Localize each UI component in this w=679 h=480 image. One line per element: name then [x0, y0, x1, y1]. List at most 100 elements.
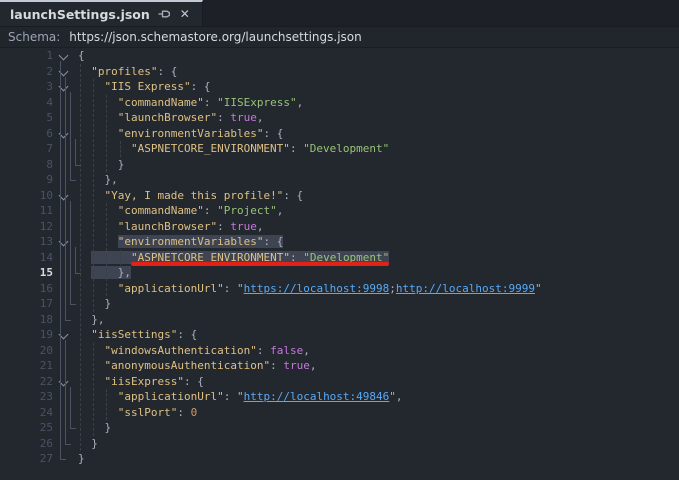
token-ws — [78, 80, 105, 93]
token-key: "anonymousAuthentication" — [104, 359, 271, 372]
token-key: "environmentVariables" — [117, 235, 264, 248]
code-line[interactable]: 3 "IIS Express": { — [0, 79, 679, 95]
token-punc: { — [78, 49, 85, 62]
url-link[interactable]: https://localhost:9998 — [244, 282, 390, 295]
code-text: "Yay, I made this profile!": { — [78, 188, 304, 204]
code-line[interactable]: 16 "applicationUrl": "https://localhost:… — [0, 281, 679, 297]
token-punc: : { — [263, 126, 284, 140]
code-line[interactable]: 23 "applicationUrl": "http://localhost:4… — [0, 389, 679, 405]
url-link[interactable]: http://localhost:49846 — [244, 390, 390, 403]
code-line[interactable]: 24 "sslPort": 0 — [0, 405, 679, 421]
code-line[interactable]: 11 "commandName": "Project", — [0, 203, 679, 219]
code-text: } — [78, 436, 98, 452]
token-key: "IIS Express" — [104, 80, 191, 93]
token-punc: " — [535, 281, 542, 295]
pin-icon[interactable] — [157, 7, 171, 21]
line-number[interactable]: 19 — [0, 327, 53, 343]
code-line[interactable]: 25 } — [0, 420, 679, 436]
line-number[interactable]: 12 — [0, 219, 53, 235]
code-line[interactable]: 15 }, — [0, 265, 679, 281]
code-line[interactable]: 14 "ASPNETCORE_ENVIRONMENT": "Developmen… — [0, 250, 679, 266]
line-number[interactable]: 3 — [0, 79, 53, 95]
close-icon[interactable]: ✕ — [178, 7, 192, 21]
line-number[interactable]: 27 — [0, 451, 53, 467]
line-number[interactable]: 23 — [0, 389, 53, 405]
token-str: "Project" — [217, 204, 277, 217]
schema-url-dropdown[interactable]: https://json.schemastore.org/launchsetti… — [69, 30, 361, 44]
code-text: "commandName": "Project", — [78, 203, 284, 219]
code-line[interactable]: 22 "iisExpress": { — [0, 374, 679, 390]
line-number[interactable]: 7 — [0, 141, 53, 157]
code-line[interactable]: 4 "commandName": "IISExpress", — [0, 95, 679, 111]
chevron-down-icon[interactable] — [58, 376, 69, 386]
line-number[interactable]: 25 — [0, 420, 53, 436]
line-number[interactable]: 15 — [0, 265, 53, 281]
token-punc: : — [217, 111, 231, 124]
code-line[interactable]: 2 "profiles": { — [0, 64, 679, 80]
code-line[interactable]: 17 } — [0, 296, 679, 312]
token-key: "commandName" — [117, 95, 204, 109]
code-line[interactable]: 1{ — [0, 48, 679, 64]
code-line[interactable]: 12 "launchBrowser": true, — [0, 219, 679, 235]
fold-gutter — [53, 79, 78, 95]
line-number[interactable]: 26 — [0, 436, 53, 452]
code-line[interactable]: 8 } — [0, 157, 679, 173]
code-line[interactable]: 18 }, — [0, 312, 679, 328]
fold-gutter — [53, 327, 78, 343]
token-punc: " — [236, 390, 244, 403]
code-text: { — [78, 48, 85, 64]
line-number[interactable]: 9 — [0, 172, 53, 188]
line-number[interactable]: 8 — [0, 157, 53, 173]
line-number[interactable]: 2 — [0, 64, 53, 80]
line-number[interactable]: 22 — [0, 374, 53, 390]
line-number[interactable]: 17 — [0, 296, 53, 312]
code-line[interactable]: 26 } — [0, 436, 679, 452]
code-lines: 1{2 "profiles": {3 "IIS Express": {4 "co… — [0, 48, 679, 467]
code-text: "applicationUrl": "http://localhost:4984… — [78, 389, 403, 405]
line-number[interactable]: 4 — [0, 95, 53, 111]
line-number[interactable]: 14 — [0, 250, 53, 266]
line-number[interactable]: 13 — [0, 234, 53, 250]
line-number[interactable]: 10 — [0, 188, 53, 204]
line-number[interactable]: 24 — [0, 405, 53, 421]
code-line[interactable]: 6 "environmentVariables": { — [0, 126, 679, 142]
chevron-down-icon[interactable] — [58, 190, 69, 200]
code-line[interactable]: 27} — [0, 451, 679, 467]
line-number[interactable]: 21 — [0, 358, 53, 374]
code-line[interactable]: 21 "anonymousAuthentication": true, — [0, 358, 679, 374]
chevron-down-icon[interactable] — [58, 329, 69, 340]
chevron-down-icon[interactable] — [58, 66, 69, 76]
code-text: "iisSettings": { — [78, 327, 197, 343]
tab-launchsettings[interactable]: launchSettings.json ✕ — [0, 0, 203, 26]
token-ws — [78, 251, 91, 264]
token-ws — [91, 250, 131, 264]
chevron-down-icon[interactable] — [58, 128, 69, 138]
token-punc: }, — [104, 173, 118, 186]
code-line[interactable]: 9 }, — [0, 172, 679, 188]
token-ws — [78, 313, 91, 326]
token-ws — [78, 437, 91, 450]
code-line[interactable]: 20 "windowsAuthentication": false, — [0, 343, 679, 359]
code-text: "profiles": { — [78, 64, 177, 80]
token-ws — [78, 142, 131, 155]
code-editor[interactable]: 1{2 "profiles": {3 "IIS Express": {4 "co… — [0, 48, 679, 480]
url-link[interactable]: http://localhost:9999 — [396, 282, 535, 295]
code-line[interactable]: 19 "iisSettings": { — [0, 327, 679, 343]
code-line[interactable]: 13 "environmentVariables": { — [0, 234, 679, 250]
code-line[interactable]: 10 "Yay, I made this profile!": { — [0, 188, 679, 204]
chevron-down-icon[interactable] — [58, 81, 69, 92]
fold-gutter — [53, 126, 78, 142]
line-number[interactable]: 16 — [0, 281, 53, 297]
code-line[interactable]: 5 "launchBrowser": true, — [0, 110, 679, 126]
line-number[interactable]: 20 — [0, 343, 53, 359]
code-line[interactable]: 7 "ASPNETCORE_ENVIRONMENT": "Development… — [0, 141, 679, 157]
chevron-down-icon[interactable] — [58, 236, 69, 247]
code-text: }, — [78, 312, 104, 328]
line-number[interactable]: 1 — [0, 48, 53, 64]
token-ws — [78, 297, 105, 310]
line-number[interactable]: 18 — [0, 312, 53, 328]
line-number[interactable]: 6 — [0, 126, 53, 142]
line-number[interactable]: 11 — [0, 203, 53, 219]
chevron-down-icon[interactable] — [58, 50, 69, 61]
line-number[interactable]: 5 — [0, 110, 53, 126]
